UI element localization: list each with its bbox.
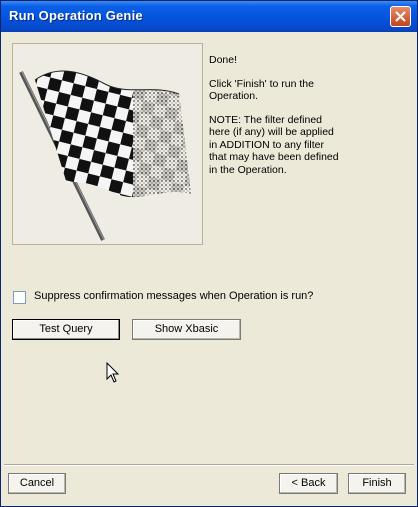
show-xbasic-button[interactable]: Show Xbasic	[132, 319, 241, 340]
cancel-button[interactable]: Cancel	[8, 473, 66, 494]
title-bar[interactable]: Run Operation Genie	[1, 1, 417, 32]
test-query-button[interactable]: Test Query	[12, 319, 120, 340]
done-text: Done!	[209, 54, 238, 66]
info-text: Done! Click 'Finish' to run the Operatio…	[209, 54, 339, 187]
close-button[interactable]	[390, 6, 411, 27]
finish-instruction-text: Click 'Finish' to run the Operation.	[209, 77, 314, 103]
mouse-pointer-icon	[106, 362, 120, 383]
window-title: Run Operation Genie	[9, 8, 143, 23]
suppress-messages-label[interactable]: Suppress confirmation messages when Oper…	[34, 290, 313, 302]
dialog-body: Done! Click 'Finish' to run the Operatio…	[4, 32, 414, 504]
close-icon	[395, 11, 406, 22]
finish-button[interactable]: Finish	[348, 473, 406, 494]
flag-image-panel	[12, 43, 203, 245]
checkered-flag-icon	[19, 70, 191, 241]
back-button[interactable]: < Back	[279, 473, 338, 494]
footer-divider	[4, 464, 414, 466]
dialog-window: Run Operation Genie Done! Click 'Finish'…	[0, 0, 418, 507]
filter-note-text: NOTE: The filter defined here (if any) w…	[209, 113, 339, 176]
suppress-messages-checkbox[interactable]	[13, 291, 26, 304]
